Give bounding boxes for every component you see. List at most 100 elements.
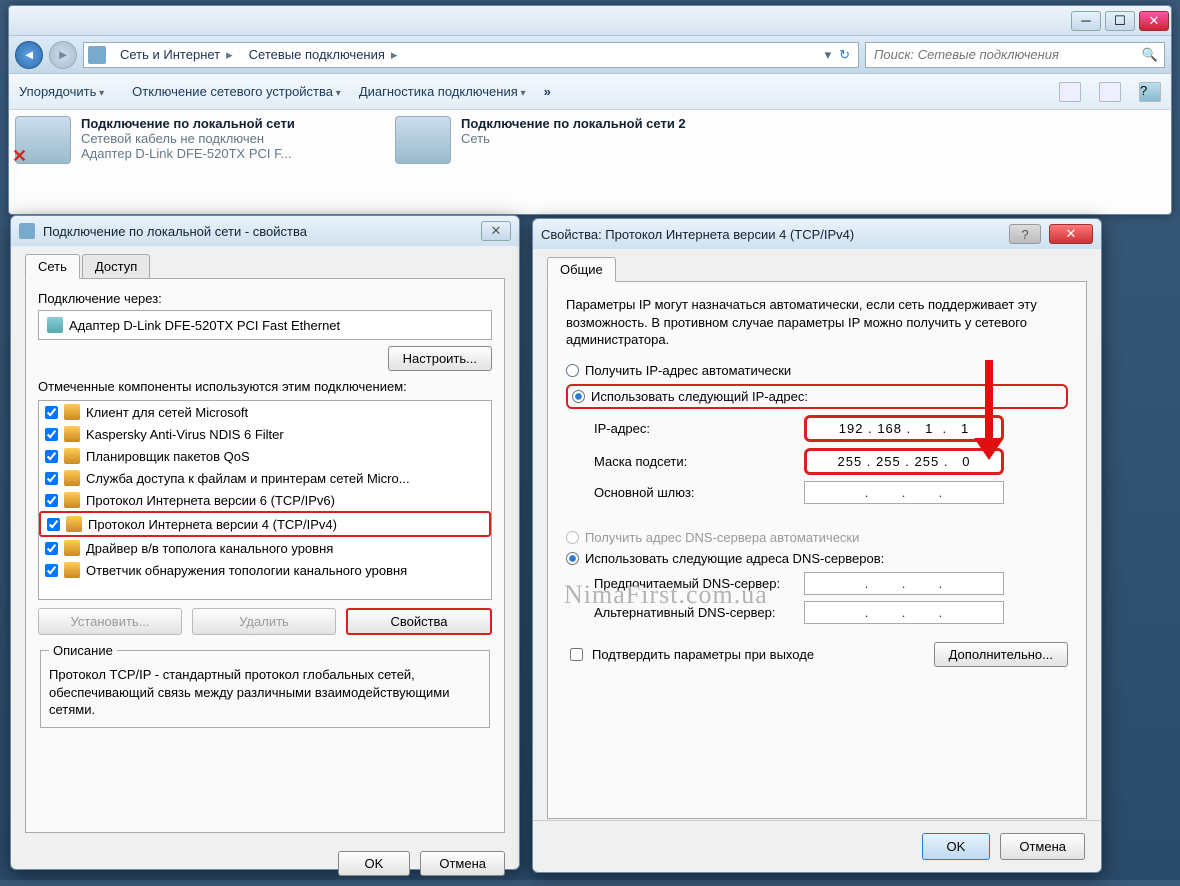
explorer-window: ─ ☐ ✕ ◄ ► Сеть и Интернет Сетевые подклю…	[8, 5, 1172, 215]
component-row[interactable]: Клиент для сетей Microsoft	[39, 401, 491, 423]
validate-on-exit-checkbox[interactable]	[570, 648, 583, 661]
search-input[interactable]	[872, 46, 1142, 63]
component-label: Протокол Интернета версии 6 (TCP/IPv6)	[86, 493, 485, 508]
component-label: Служба доступа к файлам и принтерам сете…	[86, 471, 485, 486]
component-icon	[64, 492, 80, 508]
dialog-titlebar: Свойства: Протокол Интернета версии 4 (T…	[533, 219, 1101, 249]
component-checkbox[interactable]	[45, 542, 58, 555]
dialog-help-button[interactable]: ?	[1009, 224, 1041, 244]
nav-back-button[interactable]: ◄	[15, 41, 43, 69]
tab-access[interactable]: Доступ	[82, 254, 150, 279]
adapter-name: Адаптер D-Link DFE-520TX PCI Fast Ethern…	[69, 318, 340, 333]
components-list[interactable]: Клиент для сетей MicrosoftKaspersky Anti…	[38, 400, 492, 600]
component-row[interactable]: Протокол Интернета версии 6 (TCP/IPv6)	[39, 489, 491, 511]
connection-title: Подключение по локальной сети	[81, 116, 295, 131]
component-label: Ответчик обнаружения топологии канальног…	[86, 563, 485, 578]
connection-adapter: Адаптер D-Link DFE-520TX PCI F...	[81, 146, 295, 161]
radio-icon	[566, 364, 579, 377]
component-row[interactable]: Планировщик пакетов QoS	[39, 445, 491, 467]
radio-label: Использовать следующие адреса DNS-сервер…	[585, 551, 884, 566]
dialog-close-button[interactable]: ✕	[481, 221, 511, 241]
ok-button[interactable]: OK	[922, 833, 991, 860]
radio-icon	[566, 531, 579, 544]
address-bar[interactable]: Сеть и Интернет Сетевые подключения ▾ ↻	[83, 42, 859, 68]
adapter-icon	[47, 317, 63, 333]
dialog-titlebar: Подключение по локальной сети - свойства…	[11, 216, 519, 246]
components-label: Отмеченные компоненты используются этим …	[38, 379, 492, 394]
refresh-icon[interactable]: ↻	[839, 47, 850, 63]
component-checkbox[interactable]	[45, 494, 58, 507]
properties-button[interactable]: Свойства	[346, 608, 492, 635]
connection-item[interactable]: Подключение по локальной сети 2 Сеть	[395, 116, 755, 164]
component-checkbox[interactable]	[47, 518, 60, 531]
ipv4-properties-dialog: Свойства: Протокол Интернета версии 4 (T…	[532, 218, 1102, 873]
lan-properties-dialog: Подключение по локальной сети - свойства…	[10, 215, 520, 870]
component-icon	[64, 562, 80, 578]
cancel-button[interactable]: Отмена	[1000, 833, 1085, 860]
component-icon	[64, 404, 80, 420]
view-details-button[interactable]	[1099, 82, 1121, 102]
help-button[interactable]: ?	[1139, 82, 1161, 102]
gateway-label: Основной шлюз:	[594, 485, 804, 500]
component-icon	[64, 426, 80, 442]
component-icon	[64, 540, 80, 556]
advanced-button[interactable]: Дополнительно...	[934, 642, 1068, 667]
connect-using-label: Подключение через:	[38, 291, 492, 306]
ip-address-label: IP-адрес:	[594, 421, 804, 436]
toolbar-more[interactable]: »	[544, 84, 551, 99]
dialog-title: Свойства: Протокол Интернета версии 4 (T…	[541, 227, 854, 242]
component-checkbox[interactable]	[45, 428, 58, 441]
adapter-box: Адаптер D-Link DFE-520TX PCI Fast Ethern…	[38, 310, 492, 340]
network-icon	[19, 223, 35, 239]
intro-text: Параметры IP могут назначаться автоматич…	[566, 296, 1068, 349]
minimize-button[interactable]: ─	[1071, 11, 1101, 31]
component-checkbox[interactable]	[45, 406, 58, 419]
component-row[interactable]: Ответчик обнаружения топологии канальног…	[39, 559, 491, 581]
connection-item[interactable]: Подключение по локальной сети Сетевой ка…	[15, 116, 375, 164]
tab-general[interactable]: Общие	[547, 257, 616, 282]
radio-icon	[572, 390, 585, 403]
alt-dns-input[interactable]	[804, 601, 1004, 624]
radio-label: Использовать следующий IP-адрес:	[591, 389, 808, 404]
description-text: Протокол TCP/IP - стандартный протокол г…	[49, 666, 481, 719]
component-icon	[64, 470, 80, 486]
configure-button[interactable]: Настроить...	[388, 346, 492, 371]
dialog-title: Подключение по локальной сети - свойства	[43, 224, 307, 239]
nav-forward-button[interactable]: ►	[49, 41, 77, 69]
component-row[interactable]: Служба доступа к файлам и принтерам сете…	[39, 467, 491, 489]
maximize-button[interactable]: ☐	[1105, 11, 1135, 31]
component-icon	[64, 448, 80, 464]
close-button[interactable]: ✕	[1139, 11, 1169, 31]
component-label: Планировщик пакетов QoS	[86, 449, 485, 464]
description-group: Описание Протокол TCP/IP - стандартный п…	[40, 643, 490, 728]
component-label: Драйвер в/в тополога канального уровня	[86, 541, 485, 556]
radio-use-static-dns[interactable]: Использовать следующие адреса DNS-сервер…	[566, 551, 1068, 566]
component-row[interactable]: Протокол Интернета версии 4 (TCP/IPv4)	[39, 511, 491, 537]
toolbar-diagnostics[interactable]: Диагностика подключения	[359, 84, 526, 99]
component-row[interactable]: Kaspersky Anti-Virus NDIS 6 Filter	[39, 423, 491, 445]
component-checkbox[interactable]	[45, 564, 58, 577]
dialog-close-button[interactable]: ✕	[1049, 224, 1093, 244]
dropdown-icon[interactable]: ▾	[825, 47, 832, 63]
gateway-input[interactable]	[804, 481, 1004, 504]
ok-button[interactable]: OK	[338, 851, 411, 876]
component-checkbox[interactable]	[45, 472, 58, 485]
breadcrumb-item[interactable]: Сеть и Интернет	[114, 47, 239, 63]
tab-network[interactable]: Сеть	[25, 254, 80, 279]
component-row[interactable]: Драйвер в/в тополога канального уровня	[39, 537, 491, 559]
description-legend: Описание	[49, 643, 117, 658]
search-box[interactable]: 🔍	[865, 42, 1165, 68]
pref-dns-input[interactable]	[804, 572, 1004, 595]
watermark-text: NimaFirst.com.ua	[564, 580, 768, 610]
toolbar-disable[interactable]: Отключение сетевого устройства	[132, 84, 341, 99]
remove-button[interactable]: Удалить	[192, 608, 336, 635]
install-button[interactable]: Установить...	[38, 608, 182, 635]
search-icon[interactable]: 🔍	[1142, 47, 1158, 63]
view-icons-button[interactable]	[1059, 82, 1081, 102]
cancel-button[interactable]: Отмена	[420, 851, 505, 876]
component-checkbox[interactable]	[45, 450, 58, 463]
toolbar-organize[interactable]: Упорядочить	[19, 84, 104, 99]
radio-label: Получить IP-адрес автоматически	[585, 363, 791, 378]
radio-obtain-dns-auto: Получить адрес DNS-сервера автоматически	[566, 530, 1068, 545]
breadcrumb-item[interactable]: Сетевые подключения	[243, 47, 404, 63]
